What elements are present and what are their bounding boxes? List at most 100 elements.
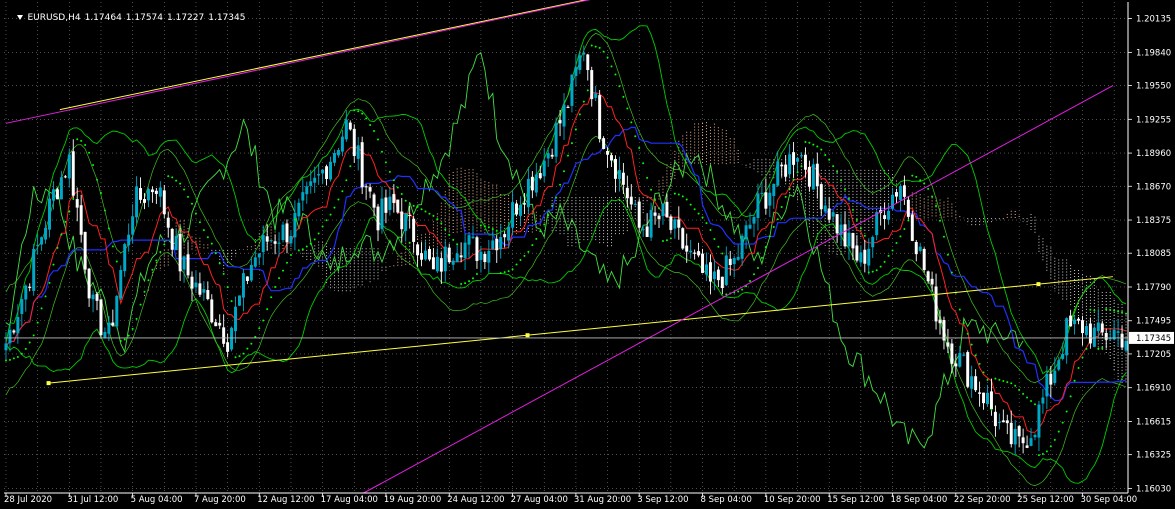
- candle: [269, 239, 273, 243]
- psar-dot: [982, 371, 985, 374]
- candle-body: [633, 204, 637, 206]
- candle: [720, 276, 724, 295]
- candle-body: [997, 421, 1001, 423]
- psar-dot: [1030, 399, 1033, 402]
- candle: [12, 329, 16, 335]
- candle: [1001, 409, 1005, 423]
- candle-body: [424, 250, 427, 260]
- psar-dot: [238, 355, 241, 358]
- candle: [1112, 319, 1116, 341]
- candle-body: [637, 201, 641, 228]
- candle-body: [827, 208, 831, 220]
- candle-body: [728, 258, 732, 266]
- x-tick-label: 30 Sep 04:00: [1080, 495, 1137, 505]
- candle-body: [103, 331, 107, 338]
- candle: [67, 148, 71, 188]
- psar-dot: [646, 176, 649, 179]
- psar-dot: [1089, 308, 1092, 311]
- candle-body: [918, 246, 922, 251]
- psar-dot: [163, 243, 166, 246]
- candle: [1124, 338, 1128, 353]
- candle: [526, 167, 530, 215]
- psar-dot: [384, 161, 387, 164]
- candle-body: [289, 235, 293, 244]
- candle-body: [645, 226, 649, 237]
- candle-body: [1092, 327, 1096, 347]
- x-tick-label: 18 Sep 04:00: [891, 495, 948, 505]
- candle: [257, 253, 261, 266]
- candle-body: [511, 202, 515, 228]
- psar-dot: [547, 214, 550, 217]
- candle: [1041, 388, 1045, 414]
- psar-dot: [107, 227, 110, 230]
- candle: [590, 66, 594, 107]
- psar-dot: [183, 188, 186, 191]
- psar-dot: [709, 229, 712, 232]
- candle: [1033, 433, 1037, 441]
- candle-body: [847, 232, 851, 247]
- candle-body: [712, 271, 716, 280]
- candle: [119, 265, 123, 301]
- psar-dot: [1085, 347, 1088, 350]
- candle-body: [625, 187, 629, 199]
- candle: [475, 235, 479, 269]
- candle: [115, 294, 119, 329]
- candle: [44, 221, 48, 244]
- current-price-label: 1.17345: [1136, 334, 1171, 344]
- candle-body: [1116, 331, 1120, 333]
- open-value: 1.17464: [84, 13, 122, 23]
- candle-body: [170, 228, 174, 250]
- candle: [467, 233, 471, 258]
- psar-dot: [305, 245, 308, 248]
- psar-dot: [452, 238, 455, 241]
- psar-dot: [566, 154, 569, 157]
- candle: [1116, 319, 1120, 347]
- candle: [1025, 435, 1029, 449]
- psar-dot: [234, 356, 237, 359]
- candle-body: [811, 164, 815, 190]
- chart-window[interactable]: 1.20135 1.19840 1.19550 1.19255 1.18960 1.186…: [0, 0, 1175, 509]
- candle: [170, 228, 174, 257]
- psar-dot: [1061, 421, 1064, 424]
- psar-dot: [1117, 310, 1120, 313]
- candle: [898, 183, 902, 212]
- candle: [602, 136, 606, 150]
- psar-dot: [175, 179, 178, 182]
- candle-body: [507, 226, 511, 241]
- candle-body: [823, 205, 827, 212]
- candle-body: [1009, 422, 1013, 445]
- psar-dot: [151, 268, 154, 271]
- candle-body: [1104, 332, 1108, 340]
- candle: [606, 147, 610, 168]
- candle-body: [1025, 445, 1029, 448]
- psar-dot: [377, 138, 380, 141]
- psar-dot: [436, 218, 439, 221]
- psar-dot: [776, 218, 779, 221]
- x-tick-label: 31 Jul 12:00: [67, 495, 118, 505]
- candle-body: [610, 155, 613, 161]
- candle-body: [178, 233, 182, 272]
- psar-dot: [123, 338, 126, 341]
- psar-dot: [424, 210, 427, 213]
- price-chart[interactable]: 1.20135 1.19840 1.19550 1.19255 1.18960 1.186…: [0, 0, 1175, 509]
- candle: [693, 249, 697, 260]
- low-value: 1.17227: [167, 13, 205, 23]
- candle-body: [875, 212, 879, 236]
- candle-body: [143, 199, 146, 203]
- psar-dot: [658, 207, 661, 210]
- candle-body: [970, 376, 974, 389]
- chart-header: EURUSD,H4 1.17464 1.17574 1.17227 1.17345: [6, 3, 249, 33]
- candle-body: [281, 224, 285, 241]
- candle-body: [657, 215, 661, 220]
- candle-body: [954, 363, 958, 367]
- candle: [230, 326, 234, 352]
- chevron-down-icon[interactable]: [17, 15, 24, 20]
- candle: [431, 248, 435, 270]
- candle-body: [942, 320, 946, 341]
- psar-dot: [487, 226, 490, 229]
- psar-dot: [301, 248, 304, 251]
- candle-body: [1013, 428, 1017, 445]
- psar-dot: [44, 295, 47, 298]
- psar-dot: [820, 148, 823, 151]
- psar-dot: [800, 165, 803, 168]
